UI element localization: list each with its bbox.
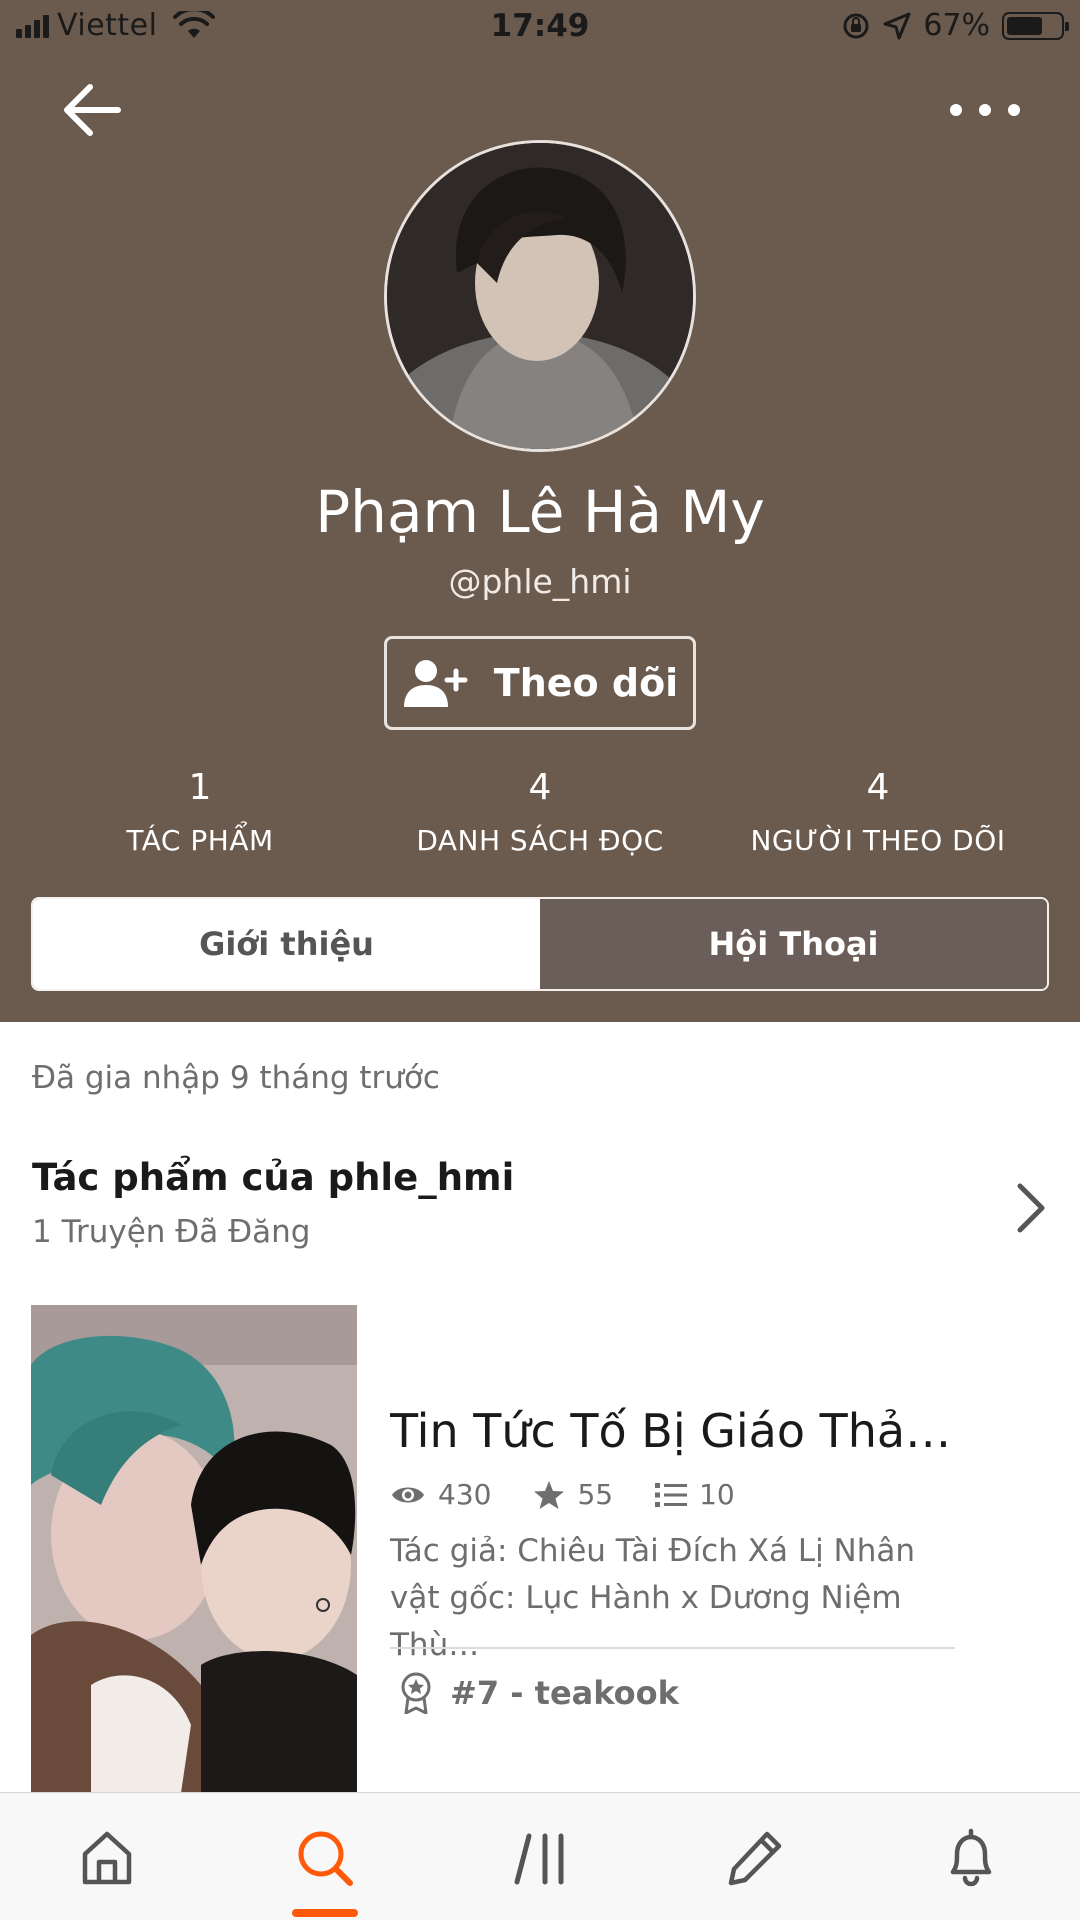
works-count: 1 Truyện Đã Đăng — [32, 1214, 311, 1250]
battery-fill — [1007, 16, 1042, 35]
story-title[interactable]: Tin Tức Tố Bị Giáo Thảo… — [390, 1404, 970, 1458]
nav-library[interactable] — [506, 1823, 576, 1893]
avatar-photo — [387, 143, 693, 449]
stat-works-value: 1 — [188, 767, 212, 808]
story-votes: 55 — [533, 1478, 613, 1511]
profile-tabs: Giới thiệu Hội Thoại — [31, 897, 1049, 991]
stat-followers[interactable]: 4 NGƯỜI THEO DÕI — [708, 767, 1048, 858]
profile-name: Phạm Lê Hà My — [315, 478, 765, 546]
profile-handle: @phle_hmi — [448, 562, 632, 601]
bottom-nav — [0, 1792, 1080, 1920]
works-title[interactable]: Tác phẩm của phle_hmi — [32, 1156, 514, 1199]
rotation-lock-icon — [843, 13, 869, 38]
tab-conversation[interactable]: Hội Thoại — [540, 899, 1047, 989]
story-divider — [390, 1647, 955, 1649]
ribbon-icon — [401, 1672, 431, 1714]
stat-reading-lists-value: 4 — [528, 767, 552, 808]
active-tab-indicator — [292, 1909, 358, 1917]
nav-notifications[interactable] — [936, 1823, 1006, 1893]
star-icon — [534, 1480, 565, 1509]
story-tag[interactable]: #7 - teakook — [400, 1672, 679, 1714]
story-views: 430 — [390, 1478, 491, 1511]
search-icon — [298, 1831, 353, 1886]
write-icon — [728, 1831, 782, 1886]
stat-followers-label: NGƯỜI THEO DÕI — [750, 824, 1006, 857]
story-parts: 10 — [655, 1478, 735, 1511]
profile-header: Viettel 17:49 67% Phạm Lê Hà My @phle_hm… — [0, 0, 1080, 1022]
story-parts-count: 10 — [699, 1478, 735, 1511]
chevron-right-icon[interactable] — [1010, 1180, 1050, 1236]
story-cover-image — [31, 1305, 357, 1793]
story-meta: 430 55 10 — [390, 1478, 777, 1511]
list-icon — [655, 1482, 688, 1507]
nav-write[interactable] — [720, 1823, 790, 1893]
notifications-icon — [950, 1828, 992, 1887]
battery-percent: 67% — [923, 8, 990, 43]
joined-date: Đã gia nhập 9 tháng trước — [32, 1060, 440, 1096]
avatar[interactable] — [384, 140, 696, 452]
stat-reading-lists-label: DANH SÁCH ĐỌC — [416, 824, 664, 857]
story-votes-count: 55 — [577, 1478, 614, 1511]
stat-reading-lists[interactable]: 4 DANH SÁCH ĐỌC — [370, 767, 710, 858]
more-options-icon[interactable] — [950, 90, 1020, 130]
home-icon — [82, 1831, 132, 1885]
nav-home[interactable] — [72, 1823, 142, 1893]
story-views-count: 430 — [438, 1478, 492, 1511]
story-cover[interactable] — [31, 1305, 357, 1793]
stat-followers-value: 4 — [866, 767, 890, 808]
status-bar: Viettel 17:49 67% — [0, 0, 1080, 54]
story-tag-label: #7 - teakook — [450, 1674, 679, 1712]
back-arrow-icon[interactable] — [60, 82, 124, 138]
stat-works-label: TÁC PHẨM — [126, 824, 274, 857]
battery-icon — [1002, 11, 1069, 40]
follow-button[interactable]: Theo dõi — [384, 636, 696, 730]
location-icon — [883, 12, 911, 39]
stat-works[interactable]: 1 TÁC PHẨM — [30, 767, 370, 858]
eye-icon — [392, 1487, 424, 1502]
library-icon — [514, 1833, 564, 1885]
follow-label: Theo dõi — [493, 661, 679, 705]
nav-search[interactable] — [290, 1823, 360, 1893]
add-user-icon — [403, 660, 468, 707]
tab-intro[interactable]: Giới thiệu — [33, 899, 540, 989]
status-right: 67% — [841, 8, 1069, 43]
